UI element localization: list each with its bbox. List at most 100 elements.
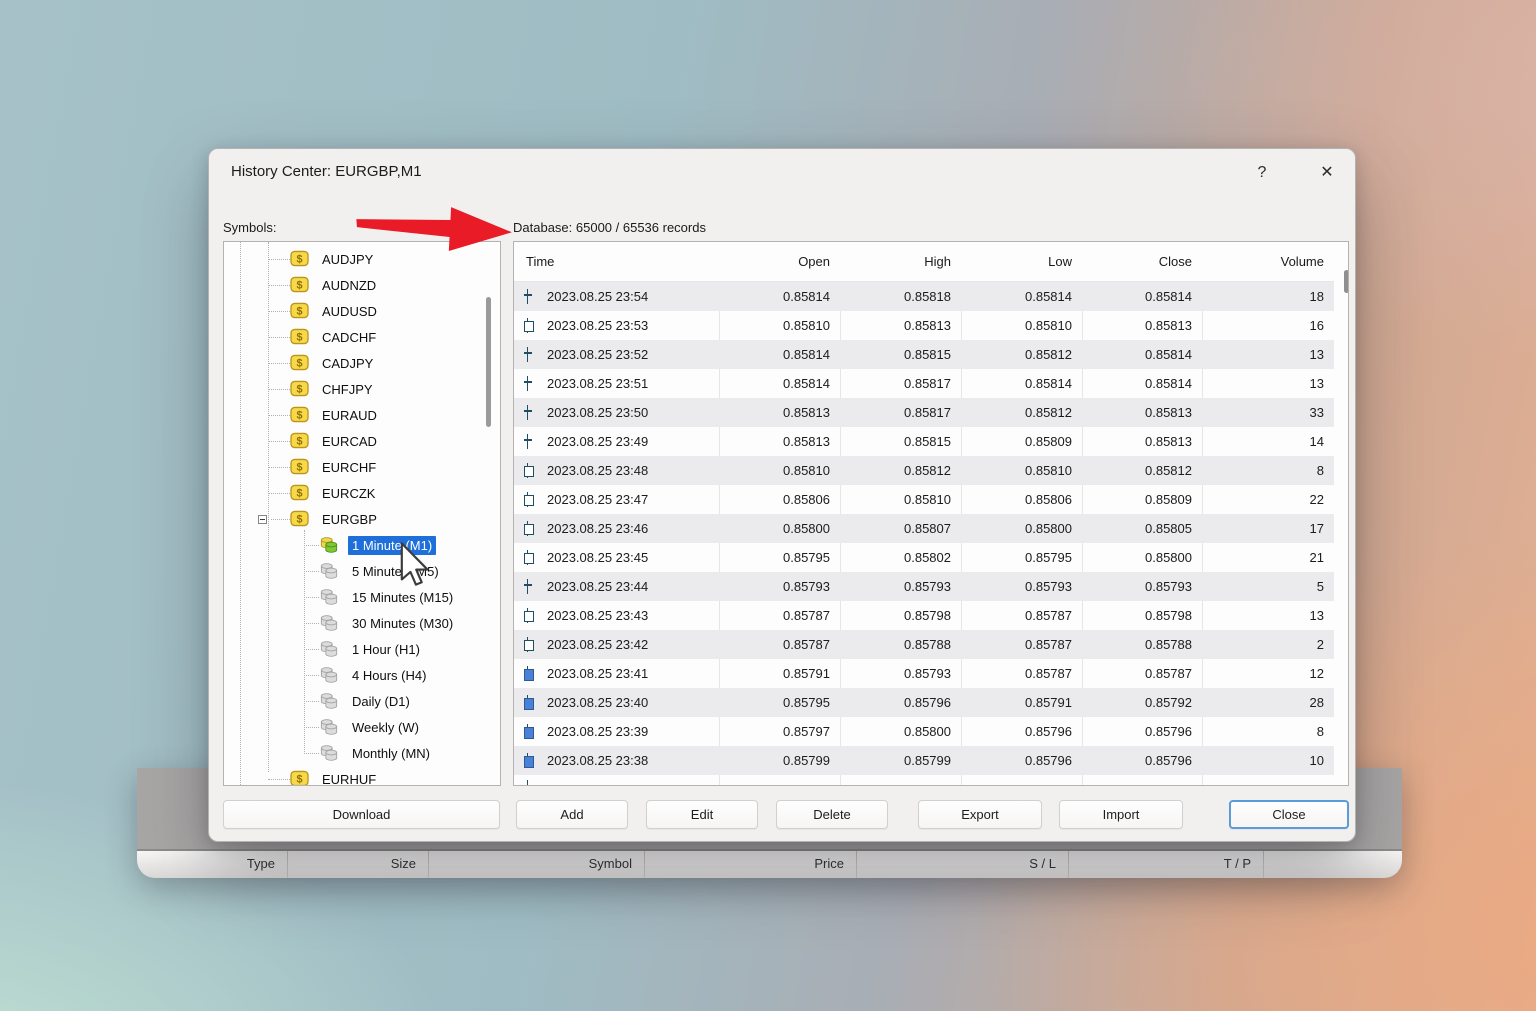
tree-symbol-item[interactable]: $ AUDUSD — [224, 298, 494, 324]
history-row[interactable]: 2023.08.25 23:46 0.85800 0.85807 0.85800… — [514, 514, 1334, 543]
tree-symbol-item[interactable]: $ CADJPY — [224, 350, 494, 376]
tree-connector — [304, 649, 319, 650]
tree-timeframe-item[interactable]: 15 Minutes (M15) — [224, 584, 494, 610]
cell-time: 2023.08.25 23:47 — [514, 485, 719, 514]
timeframe-name: Monthly (MN) — [348, 744, 434, 763]
tree-timeframe-item[interactable]: 5 Minutes (M5) — [224, 558, 494, 584]
history-row[interactable]: 2023.08.25 23:43 0.85787 0.85798 0.85787… — [514, 601, 1334, 630]
col-header-high[interactable]: High — [840, 242, 961, 282]
collapse-minus-icon[interactable] — [258, 515, 267, 524]
symbol-name: AUDUSD — [322, 304, 377, 319]
symbol-name: EURCHF — [322, 460, 376, 475]
download-button[interactable]: Download — [223, 800, 500, 829]
tree-symbol-item-partial[interactable]: $ EURHUF — [224, 766, 494, 786]
history-row[interactable]: 2023.08.25 23:47 0.85806 0.85810 0.85806… — [514, 485, 1334, 514]
history-row[interactable]: 2023.08.25 23:49 0.85813 0.85815 0.85809… — [514, 427, 1334, 456]
history-row[interactable]: 2023.08.25 23:48 0.85810 0.85812 0.85810… — [514, 456, 1334, 485]
cell-close: 0.85787 — [1082, 659, 1202, 688]
close-button[interactable]: Close — [1229, 800, 1349, 829]
terminal-col-size[interactable]: Size — [288, 851, 429, 878]
cell-time: 2023.08.25 23:38 — [514, 746, 719, 775]
history-row[interactable]: 2023.08.25 23:50 0.85813 0.85817 0.85812… — [514, 398, 1334, 427]
tree-timeframe-item[interactable]: Daily (D1) — [224, 688, 494, 714]
history-row[interactable]: 2023.08.25 23:39 0.85797 0.85800 0.85796… — [514, 717, 1334, 746]
tree-symbol-item[interactable]: $ AUDNZD — [224, 272, 494, 298]
export-button[interactable]: Export — [918, 800, 1042, 829]
edit-button[interactable]: Edit — [646, 800, 758, 829]
cell-close: 0.85812 — [1082, 456, 1202, 485]
currency-pair-icon: $ — [290, 458, 309, 475]
currency-pair-icon: $ — [290, 484, 309, 501]
dialog-title: History Center: EURGBP,M1 — [231, 163, 422, 180]
cell-low: 0.85810 — [961, 456, 1082, 485]
currency-pair-icon: $ — [290, 406, 309, 423]
cell-low: 0.85809 — [961, 427, 1082, 456]
dialog-titlebar[interactable]: History Center: EURGBP,M1 ? ✕ — [209, 149, 1355, 197]
history-row[interactable]: 2023.08.25 23:45 0.85795 0.85802 0.85795… — [514, 543, 1334, 572]
tree-symbol-item-expanded[interactable]: $ EURGBP — [224, 506, 494, 532]
symbol-name: EURCAD — [322, 434, 377, 449]
tree-timeframe-item[interactable]: 1 Minute (M1) — [224, 532, 494, 558]
col-header-open[interactable]: Open — [719, 242, 840, 282]
tree-connector — [268, 311, 290, 312]
tree-scrollbar-thumb[interactable] — [486, 297, 491, 427]
cell-close: 0.85814 — [1082, 340, 1202, 369]
cell-open: 0.85800 — [719, 514, 840, 543]
history-row[interactable]: 2023.08.25 23:44 0.85793 0.85793 0.85793… — [514, 572, 1334, 601]
tree-timeframe-item[interactable]: 30 Minutes (M30) — [224, 610, 494, 636]
cell-volume: 28 — [1202, 688, 1334, 717]
symbol-name: EURAUD — [322, 408, 377, 423]
col-header-close[interactable]: Close — [1082, 242, 1202, 282]
tree-timeframe-item[interactable]: Monthly (MN) — [224, 740, 494, 766]
history-row[interactable]: 2023.08.25 23:54 0.85814 0.85818 0.85814… — [514, 282, 1334, 311]
import-button[interactable]: Import — [1059, 800, 1183, 829]
terminal-col-symbol[interactable]: Symbol — [429, 851, 645, 878]
currency-pair-icon: $ — [290, 432, 309, 449]
cell-time: 2023.08.25 23:45 — [514, 543, 719, 572]
terminal-col-tp[interactable]: T / P — [1069, 851, 1264, 878]
tree-symbol-item[interactable]: $ CADCHF — [224, 324, 494, 350]
tree-symbol-item[interactable]: $ EURCAD — [224, 428, 494, 454]
history-row[interactable]: 2023.08.25 23:42 0.85787 0.85788 0.85787… — [514, 630, 1334, 659]
history-row[interactable]: 2023.08.25 23:53 0.85810 0.85813 0.85810… — [514, 311, 1334, 340]
col-header-time[interactable]: Time — [514, 242, 719, 282]
tree-connector — [268, 285, 290, 286]
tree-symbol-item[interactable]: $ EURAUD — [224, 402, 494, 428]
terminal-col-sl[interactable]: S / L — [857, 851, 1069, 878]
col-header-low[interactable]: Low — [961, 242, 1082, 282]
terminal-col-price[interactable]: Price — [645, 851, 857, 878]
history-row[interactable]: 2023.08.25 23:40 0.85795 0.85796 0.85791… — [514, 688, 1334, 717]
tree-connector — [268, 389, 290, 390]
col-header-volume[interactable]: Volume — [1202, 242, 1334, 282]
terminal-col-type[interactable]: Type — [137, 851, 288, 878]
cell-low: 0.85793 — [961, 572, 1082, 601]
tree-symbol-item[interactable]: $ EURCZK — [224, 480, 494, 506]
history-row[interactable]: 2023.08.25 23:41 0.85791 0.85793 0.85787… — [514, 659, 1334, 688]
history-row[interactable]: 2023.08.25 23:52 0.85814 0.85815 0.85812… — [514, 340, 1334, 369]
cell-close: 0.85788 — [1082, 630, 1202, 659]
tree-timeframe-item[interactable]: 1 Hour (H1) — [224, 636, 494, 662]
svg-text:$: $ — [296, 487, 302, 499]
cell-close: 0.85793 — [1082, 572, 1202, 601]
history-row[interactable]: 2023.08.25 23:51 0.85814 0.85817 0.85814… — [514, 369, 1334, 398]
tree-connector — [304, 623, 319, 624]
grid-scrollbar-thumb[interactable] — [1344, 270, 1349, 293]
cell-time: 2023.08.25 23:52 — [514, 340, 719, 369]
tree-connector — [304, 753, 319, 754]
tree-symbol-item[interactable]: $ EURCHF — [224, 454, 494, 480]
tree-timeframe-item[interactable]: Weekly (W) — [224, 714, 494, 740]
tree-symbol-item[interactable]: $ CHFJPY — [224, 376, 494, 402]
database-stack-icon — [319, 718, 339, 736]
tree-timeframe-item[interactable]: 4 Hours (H4) — [224, 662, 494, 688]
add-button[interactable]: Add — [516, 800, 628, 829]
history-row[interactable]: 2023.08.25 23:38 0.85799 0.85799 0.85796… — [514, 746, 1334, 775]
tree-connector — [271, 519, 290, 520]
grid-scrollbar-track[interactable] — [1334, 242, 1349, 785]
cell-time: 2023.08.25 23:43 — [514, 601, 719, 630]
close-icon[interactable]: ✕ — [1310, 159, 1344, 187]
timeframe-name: Weekly (W) — [348, 718, 423, 737]
help-icon[interactable]: ? — [1245, 159, 1279, 187]
delete-button[interactable]: Delete — [776, 800, 888, 829]
cell-close: 0.85813 — [1082, 427, 1202, 456]
cell-open: 0.85793 — [719, 572, 840, 601]
